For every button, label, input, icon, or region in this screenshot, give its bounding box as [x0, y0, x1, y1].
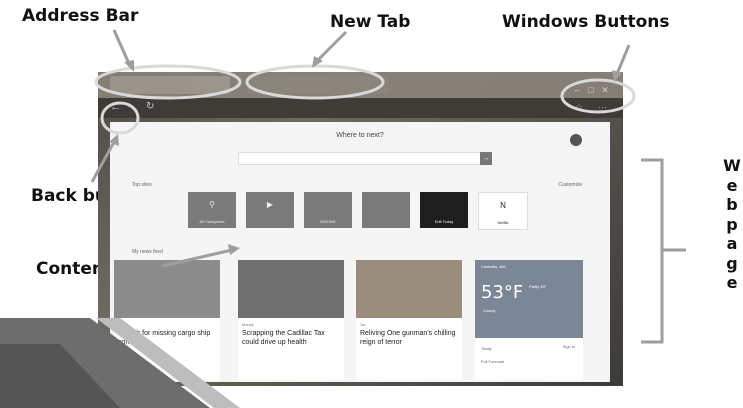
- news-card[interactable]: NBC Search for missing cargo ship contin…: [114, 260, 220, 380]
- window-buttons: – □ ✕: [571, 80, 615, 95]
- top-site-tile[interactable]: Edit Today: [420, 192, 468, 228]
- top-sites-heading: Top sites: [132, 182, 152, 188]
- new-tab[interactable]: [248, 76, 388, 94]
- address-bar[interactable]: [110, 76, 230, 94]
- top-site-tile[interactable]: BOXING: [304, 192, 352, 228]
- label-webpage: W e b p a g e: [722, 156, 742, 293]
- minimize-icon[interactable]: –: [571, 85, 583, 95]
- address-bar-arrow: [112, 29, 132, 67]
- webpage-bracket: [641, 158, 686, 344]
- nav-bar: ← ↻ ☆ ⋯: [98, 98, 623, 118]
- weather-condition: Cloudy: [483, 308, 496, 313]
- weather-details: Partly 43°: [529, 284, 547, 289]
- news-image: [356, 260, 462, 318]
- weather-footer2[interactable]: Full Forecast: [475, 351, 583, 364]
- title-bar: – □ ✕: [98, 72, 623, 98]
- label-address-bar: Address Bar: [22, 6, 139, 26]
- top-site-tile[interactable]: ▶: [246, 192, 294, 228]
- weather-signin[interactable]: Sign in: [563, 344, 575, 349]
- news-card[interactable]: Money Scrapping the Cadillac Tax could d…: [238, 260, 344, 380]
- news-image: [238, 260, 344, 318]
- customize-link[interactable]: Customize: [558, 182, 582, 188]
- new-tab-page: Where to next? → Top sites Customize ⚲ A…: [110, 122, 610, 382]
- top-site-tile[interactable]: N Netflix: [478, 192, 528, 230]
- weather-temperature: 53°F: [481, 282, 524, 303]
- arrowhead-icon: [312, 56, 323, 68]
- label-windows-buttons: Windows Buttons: [502, 12, 670, 32]
- label-new-tab: New Tab: [330, 12, 411, 32]
- weather-card[interactable]: Centralia, WA 53°F Cloudy Partly 43° Tod…: [475, 260, 583, 380]
- play-icon: ▶: [266, 200, 274, 209]
- close-icon[interactable]: ✕: [599, 85, 611, 95]
- news-feed-heading: My news feed: [132, 249, 163, 255]
- search-input[interactable]: [238, 152, 484, 165]
- webpage-letter: e: [726, 175, 738, 195]
- top-site-tile[interactable]: [362, 192, 410, 228]
- profile-avatar[interactable]: [570, 134, 582, 146]
- page-heading: Where to next?: [336, 132, 384, 139]
- browser-window: – □ ✕ ← ↻ ☆ ⋯ Where to next? → Top sites C…: [98, 72, 623, 386]
- top-site-tile[interactable]: ⚲ All Categories: [188, 192, 236, 228]
- shopping-bag-icon: ⚲: [209, 200, 215, 209]
- weather-location: Centralia, WA: [481, 264, 506, 269]
- maximize-icon[interactable]: □: [585, 85, 597, 95]
- windows-buttons-arrow: [615, 44, 631, 75]
- new-tab-arrow: [316, 30, 348, 62]
- news-card[interactable]: 1st Reliving One gunman's chilling reign…: [356, 260, 462, 380]
- news-image: [114, 260, 220, 318]
- toolbar-icons[interactable]: ☆ ⋯: [575, 102, 613, 113]
- back-arrow-icon[interactable]: ←: [110, 101, 121, 113]
- search-button[interactable]: →: [480, 152, 492, 165]
- webpage-letter: a: [726, 234, 738, 253]
- netflix-icon: N: [500, 201, 506, 210]
- webpage-letter: e: [726, 273, 738, 292]
- refresh-icon[interactable]: ↻: [146, 101, 154, 112]
- webpage-letter: W: [723, 156, 741, 175]
- webpage-letter: g: [726, 253, 738, 273]
- arrowhead-icon: [124, 60, 134, 72]
- webpage-letter: b: [726, 195, 738, 214]
- webpage-letter: p: [726, 214, 738, 234]
